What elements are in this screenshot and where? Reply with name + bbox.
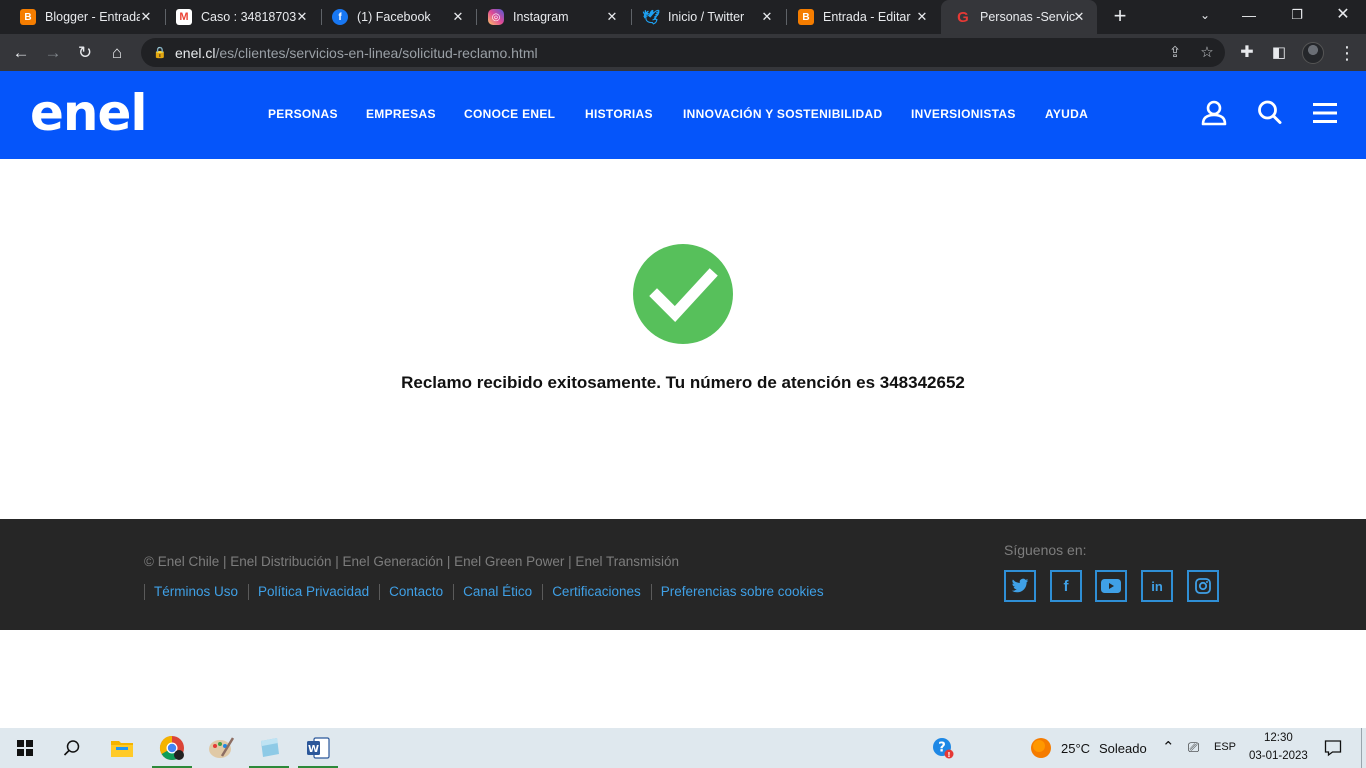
footer-link-terminos[interactable]: Términos Uso [144,584,247,600]
enel-logo[interactable]: enel [30,88,148,138]
tab-title: Blogger - Entrada [45,10,140,24]
nav-item-ayuda[interactable]: AYUDA [1045,107,1088,121]
extensions-puzzle-icon[interactable]: ✚ [1234,40,1260,66]
minimize-button[interactable]: — [1226,0,1272,30]
facebook-icon[interactable]: f [1050,570,1082,602]
chevron-up-icon[interactable]: ⌃ [1162,738,1175,756]
instagram-icon[interactable] [1187,570,1219,602]
copyright-text: © Enel Chile | Enel Distribución | Enel … [144,554,679,569]
address-bar[interactable]: 🔒 enel.cl/es/clientes/servicios-en-linea… [141,38,1225,67]
svg-text:W: W [308,744,319,755]
follow-label: Síguenos en: [1004,542,1087,558]
browser-toolbar: ← → ↻ ⌂ 🔒 enel.cl/es/clientes/servicios-… [0,34,1366,71]
svg-text:!: ! [947,751,950,759]
notifications-icon[interactable] [1310,728,1356,768]
search-icon[interactable] [49,728,95,768]
show-desktop-button[interactable] [1361,728,1362,768]
footer-link-cookies[interactable]: Preferencias sobre cookies [650,584,833,600]
help-tray-icon[interactable]: ?! [920,728,966,768]
home-button[interactable]: ⌂ [104,40,130,66]
tab-title: Personas -Servicio [980,10,1075,24]
windows-taskbar: W ?! 25°C Soleado ⌃ ⎚ ESP 12:30 03-01-20… [0,728,1366,768]
tab-title: (1) Facebook [357,10,431,24]
tab-title: Caso : 348187031 [201,10,296,24]
forward-button[interactable]: → [40,40,66,66]
weather-desc[interactable]: Soleado [1099,741,1147,756]
url-host: enel.cl [175,44,216,61]
meet-now-icon[interactable]: ⎚ [1188,739,1199,756]
footer-link-contacto[interactable]: Contacto [379,584,452,600]
close-icon[interactable]: ✕ [759,9,775,25]
tab-blogger-editar[interactable]: B Entrada - Editar ✕ [784,0,940,34]
tab-title: Instagram [513,10,569,24]
weather-temp[interactable]: 25°C [1061,741,1090,756]
nav-item-conoce-enel[interactable]: CONOCE ENEL [464,107,555,121]
search-icon[interactable] [1257,99,1283,127]
sun-weather-icon[interactable] [1018,728,1064,768]
notepad-app-icon[interactable] [246,728,292,768]
gmail-icon: M [176,9,192,25]
url-path: /es/clientes/servicios-en-linea/solicitu… [215,44,538,61]
hamburger-menu-icon[interactable] [1312,99,1338,127]
close-icon[interactable]: ✕ [1071,9,1087,25]
footer-link-certificaciones[interactable]: Certificaciones [542,584,650,600]
language-indicator[interactable]: ESP [1214,741,1236,753]
profile-avatar[interactable] [1302,42,1324,64]
close-window-button[interactable]: ✕ [1320,0,1366,30]
clock-time[interactable]: 12:30 [1264,732,1293,744]
enel-favicon-icon: G [957,8,969,26]
chrome-menu-icon[interactable]: ⋮ [1334,40,1360,66]
linkedin-icon[interactable]: in [1141,570,1173,602]
nav-item-innovacion[interactable]: INNOVACIÓN Y SOSTENIBILIDAD [683,107,882,121]
close-icon[interactable]: ✕ [914,9,930,25]
nav-item-inversionistas[interactable]: INVERSIONISTAS [911,107,1016,121]
clock-date[interactable]: 03-01-2023 [1249,750,1308,762]
close-icon[interactable]: ✕ [294,9,310,25]
windows-start-icon[interactable] [2,728,48,768]
file-explorer-icon[interactable] [99,728,145,768]
user-icon[interactable] [1201,99,1227,127]
tab-personas-servicio[interactable]: G Personas -Servicio ✕ [941,0,1097,34]
blogger-icon: B [798,9,814,25]
tab-title: Entrada - Editar [823,10,911,24]
tab-facebook[interactable]: f (1) Facebook ✕ [318,0,476,34]
word-icon[interactable]: W [295,728,341,768]
new-tab-button[interactable]: + [1108,4,1132,28]
side-panel-icon[interactable]: ◧ [1266,40,1292,66]
restore-button[interactable]: ❐ [1274,0,1320,30]
footer-link-canal-etico[interactable]: Canal Ético [453,584,541,600]
facebook-icon: f [332,9,348,25]
twitter-icon[interactable] [1004,570,1036,602]
success-check-icon [633,244,733,344]
tab-gmail-caso[interactable]: M Caso : 348187031 ✕ [162,0,320,34]
nav-item-empresas[interactable]: EMPRESAS [366,107,436,121]
tab-title: Inicio / Twitter [668,10,745,24]
nav-item-historias[interactable]: HISTORIAS [585,107,653,121]
site-header: enel PERSONAS EMPRESAS CONOCE ENEL HISTO… [0,71,1366,159]
chrome-taskbar-icon[interactable] [149,728,195,768]
tab-search-chevron-icon[interactable]: ⌄ [1182,0,1228,30]
reload-button[interactable]: ↻ [72,40,98,66]
bookmark-star-icon[interactable]: ☆ [1197,43,1217,63]
site-footer: © Enel Chile | Enel Distribución | Enel … [0,519,1366,630]
footer-link-privacidad[interactable]: Política Privacidad [248,584,378,600]
nav-item-personas[interactable]: PERSONAS [268,107,338,121]
tab-instagram[interactable]: ◎ Instagram ✕ [474,0,630,34]
youtube-icon[interactable] [1095,570,1127,602]
blogger-icon: B [20,9,36,25]
close-icon[interactable]: ✕ [450,9,466,25]
tab-blogger-entrada[interactable]: B Blogger - Entrada ✕ [6,0,164,34]
footer-links: Términos Uso Política Privacidad Contact… [144,583,834,601]
close-icon[interactable]: ✕ [604,9,620,25]
back-button[interactable]: ← [8,40,34,66]
instagram-icon: ◎ [488,9,504,25]
browser-tab-bar: B Blogger - Entrada ✕ M Caso : 348187031… [0,0,1366,34]
tab-twitter[interactable]: 🕊 Inicio / Twitter ✕ [629,0,785,34]
success-message: Reclamo recibido exitosamente. Tu número… [401,373,965,392]
share-icon[interactable]: ⇪ [1165,43,1185,63]
close-icon[interactable]: ✕ [138,9,154,25]
paint-icon[interactable] [198,728,244,768]
lock-icon[interactable]: 🔒 [153,46,167,60]
twitter-icon: 🕊 [642,8,660,25]
